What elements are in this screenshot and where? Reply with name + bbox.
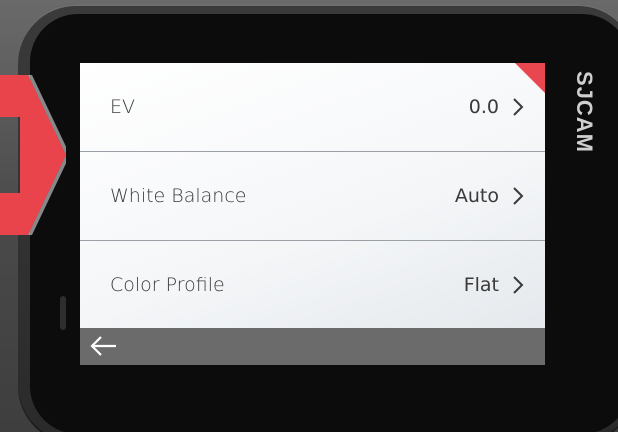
camera-stage: SJCAM EV 0.0 White Balance Auto Color Pr… [0,0,618,432]
menu-item-white-balance[interactable]: White Balance Auto [80,152,545,240]
pointer-arrow-icon [0,75,66,235]
menu-item-label: Color Profile [110,274,225,296]
chevron-right-icon [513,187,524,205]
brand-logo: SJCAM [572,70,597,154]
bottom-bar [80,328,545,365]
menu-item-ev[interactable]: EV 0.0 [80,63,545,151]
chevron-right-icon [513,98,524,116]
arrow-left-icon[interactable] [88,331,122,361]
menu-item-label: White Balance [110,185,247,207]
settings-menu: EV 0.0 White Balance Auto Color Profile … [80,63,545,328]
side-slot [60,296,66,330]
menu-item-label: EV [110,96,136,118]
chevron-right-icon [513,276,524,294]
menu-item-value: Auto [454,185,499,207]
menu-item-color-profile[interactable]: Color Profile Flat [80,241,545,329]
menu-item-value: Flat [463,274,499,296]
camera-screen: EV 0.0 White Balance Auto Color Profile … [80,63,545,365]
menu-item-value: 0.0 [468,96,499,118]
